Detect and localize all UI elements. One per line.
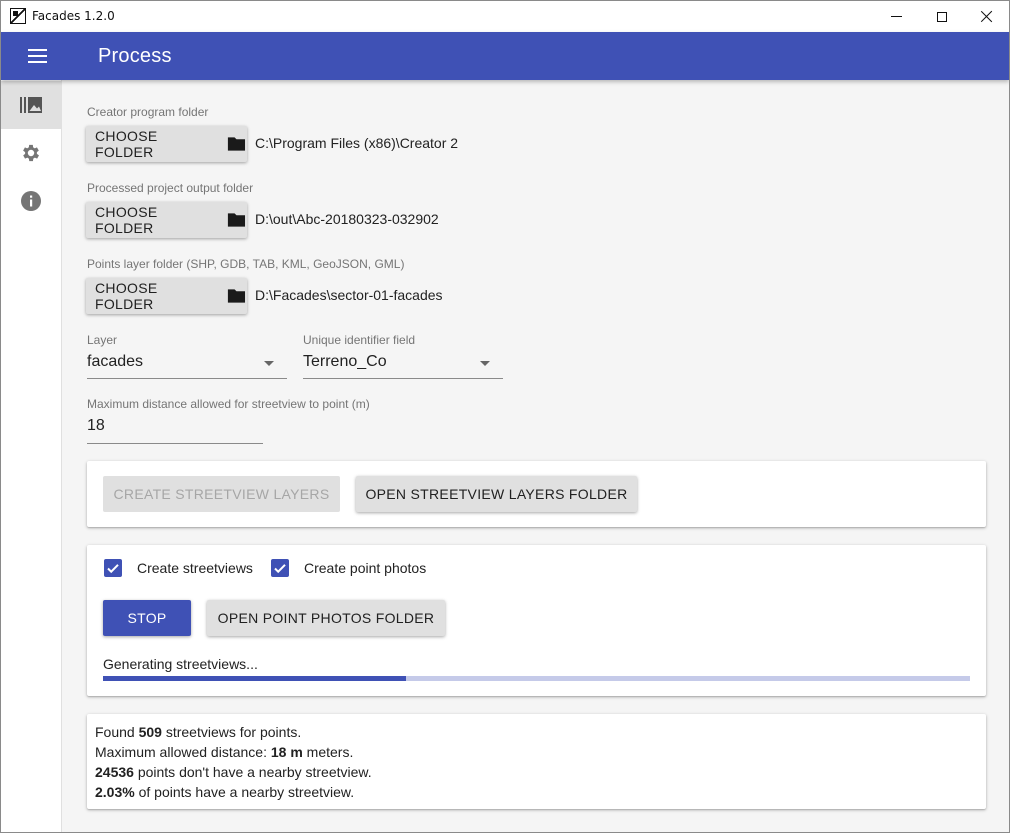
report-card: Found 509 streetviews for points. Maximu… <box>87 714 986 809</box>
dropdown-arrow-icon <box>264 361 274 366</box>
folder-icon <box>227 137 246 151</box>
uid-field-select[interactable]: Terreno_Co <box>303 349 503 379</box>
close-icon <box>980 10 993 23</box>
uid-field-label: Unique identifier field <box>303 333 416 347</box>
app-bar: Process <box>1 32 1009 80</box>
max-distance-input[interactable]: 18 <box>87 414 263 444</box>
choose-creator-folder-button[interactable]: CHOOSE FOLDER <box>86 126 247 162</box>
report-line-found: Found 509 streetviews for points. <box>95 724 302 740</box>
create-point-photos-label: Create point photos <box>304 560 427 576</box>
points-folder-path: D:\Facades\sector-01-facades <box>255 287 443 303</box>
app-logo-icon <box>10 8 26 24</box>
create-streetviews-checkbox[interactable] <box>104 559 122 577</box>
report-line-percentage: 2.03% of points have a nearby streetview… <box>95 784 355 800</box>
progress-bar-fill <box>103 676 407 681</box>
app-window: Facades 1.2.0 Process Creator program fo… <box>0 0 1010 833</box>
minimize-button[interactable] <box>873 1 919 32</box>
page-title: Process <box>98 45 172 67</box>
title-bar: Facades 1.2.0 <box>1 1 1009 32</box>
create-streetviews-label: Create streetviews <box>137 560 253 576</box>
create-streetview-layers-button[interactable]: CREATE STREETVIEW LAYERS <box>103 476 340 512</box>
sidebar <box>1 80 62 832</box>
output-folder-path: D:\out\Abc-20180323-032902 <box>255 211 439 227</box>
info-icon <box>21 191 41 211</box>
creator-folder-label: Creator program folder <box>87 105 209 119</box>
folder-icon <box>227 289 246 303</box>
output-folder-label: Processed project output folder <box>87 181 254 195</box>
maximize-icon <box>937 11 947 22</box>
folder-icon <box>227 213 246 227</box>
points-folder-label: Points layer folder (SHP, GDB, TAB, KML,… <box>87 257 405 271</box>
stop-button[interactable]: STOP <box>103 600 191 636</box>
sidebar-item-about[interactable] <box>1 177 61 225</box>
open-streetview-layers-folder-button[interactable]: OPEN STREETVIEW LAYERS FOLDER <box>356 476 637 512</box>
report-line-distance: Maximum allowed distance: 18 m meters. <box>95 744 354 760</box>
sidebar-item-settings[interactable] <box>1 129 61 177</box>
sidebar-item-process[interactable] <box>1 81 61 129</box>
layer-select[interactable]: facades <box>87 349 287 379</box>
create-point-photos-checkbox[interactable] <box>271 559 289 577</box>
max-distance-label: Maximum distance allowed for streetview … <box>87 397 370 411</box>
check-icon <box>107 564 119 574</box>
choose-output-folder-button[interactable]: CHOOSE FOLDER <box>86 202 247 238</box>
window-title: Facades 1.2.0 <box>32 9 115 23</box>
choose-points-folder-button[interactable]: CHOOSE FOLDER <box>86 278 247 314</box>
max-distance-value: 18 <box>87 417 105 434</box>
progress-status: Generating streetviews... <box>103 656 258 672</box>
open-point-photos-folder-button[interactable]: OPEN POINT PHOTOS FOLDER <box>207 600 445 636</box>
report-line-missing: 24536 points don't have a nearby streetv… <box>95 764 372 780</box>
maximize-button[interactable] <box>919 1 965 32</box>
streetview-layers-card: CREATE STREETVIEW LAYERS OPEN STREETVIEW… <box>87 461 986 527</box>
point-photos-card: Create streetviews Create point photos S… <box>87 545 986 696</box>
layer-select-value: facades <box>87 353 144 370</box>
photo-library-icon <box>20 97 42 113</box>
progress-bar <box>103 676 970 681</box>
process-panel: Creator program folder CHOOSE FOLDER C:\… <box>63 80 1009 832</box>
hamburger-menu-icon[interactable] <box>28 49 47 63</box>
creator-folder-path: C:\Program Files (x86)\Creator 2 <box>255 135 459 151</box>
layer-label: Layer <box>87 333 118 347</box>
minimize-icon <box>890 16 902 17</box>
close-button[interactable] <box>963 1 1009 32</box>
dropdown-arrow-icon <box>480 361 490 366</box>
settings-icon <box>23 144 39 162</box>
check-icon <box>274 564 286 574</box>
uid-field-select-value: Terreno_Co <box>303 353 387 370</box>
